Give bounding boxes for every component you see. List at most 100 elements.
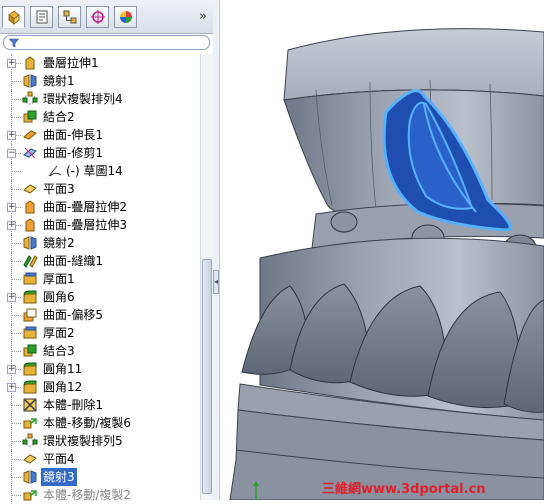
tree-item[interactable]: 厚面1 xyxy=(0,270,200,288)
tree-item-label: 圓角12 xyxy=(43,380,83,394)
configuration-manager-icon xyxy=(63,10,76,24)
tree-item[interactable]: 鏡射2 xyxy=(0,234,200,252)
tab-feature-manager[interactable] xyxy=(2,6,25,28)
expand-toggle[interactable]: + xyxy=(7,131,16,140)
tree-item-label: 平面3 xyxy=(43,182,75,196)
tree-item[interactable]: − 曲面-修剪1 xyxy=(0,144,200,162)
tree-item-label: 鏡射3 xyxy=(41,468,77,486)
feature-tree: + 疊層拉伸1 鏡射1 環狀複製排列4 結合2 + 曲面-伸長1 − 曲面-修剪1 (-) 草圖1… xyxy=(0,54,200,504)
tree-item[interactable]: 鏡射1 xyxy=(0,72,200,90)
combine-icon xyxy=(23,110,37,123)
circular-pattern-icon xyxy=(22,91,38,105)
fillet-icon xyxy=(23,380,37,394)
sketch-icon xyxy=(48,165,62,177)
expand-toggle[interactable]: + xyxy=(7,383,16,392)
panel-tab-bar: » xyxy=(0,0,213,34)
tree-item-label: 本體-移動/複製2 xyxy=(43,488,132,502)
tree-item[interactable]: + 圓角6 xyxy=(0,288,200,306)
expand-toggle[interactable]: + xyxy=(7,203,16,212)
delete-body-icon xyxy=(23,398,37,412)
tree-item-label: 厚面1 xyxy=(43,272,75,286)
tree-connector xyxy=(12,423,21,424)
expand-toggle[interactable]: − xyxy=(7,149,16,158)
tree-item-label: 結合2 xyxy=(43,110,75,124)
tree-item[interactable]: + 圓角12 xyxy=(0,378,200,396)
tree-item-label: 圓角6 xyxy=(43,290,75,304)
tree-item[interactable]: 本體-移動/複製2 xyxy=(0,486,200,504)
tree-item-label: 鏡射1 xyxy=(43,74,75,88)
graphics-viewport[interactable] xyxy=(220,0,544,500)
thicken-icon xyxy=(23,326,37,339)
tree-item[interactable]: 本體-移動/複製6 xyxy=(0,414,200,432)
tree-connector xyxy=(12,459,21,460)
tree-item-label: 結合3 xyxy=(43,344,75,358)
tree-item[interactable]: + 曲面-伸長1 xyxy=(0,126,200,144)
mirror-icon xyxy=(23,470,37,484)
plane-icon xyxy=(23,454,37,464)
tree-scrollbar[interactable] xyxy=(200,54,213,500)
view-triad-icon xyxy=(253,481,259,500)
tree-connector xyxy=(12,495,21,496)
thicken-icon xyxy=(23,272,37,285)
tree-connector xyxy=(12,315,21,316)
tree-item[interactable]: 厚面2 xyxy=(0,324,200,342)
property-manager-icon xyxy=(36,10,47,24)
tree-item[interactable]: 本體-刪除1 xyxy=(0,396,200,414)
tree-connector xyxy=(12,333,21,334)
feature-manager-icon xyxy=(7,10,20,25)
tree-item-label: 曲面-疊層拉伸3 xyxy=(43,218,127,232)
surface-loft-icon xyxy=(25,200,35,214)
tree-item-label: 曲面-偏移5 xyxy=(43,308,103,322)
loft-icon xyxy=(25,56,35,70)
tree-item-label: 曲面-修剪1 xyxy=(43,146,103,160)
tree-item[interactable]: + 疊層拉伸1 xyxy=(0,54,200,72)
tree-connector xyxy=(12,171,21,172)
tree-item[interactable]: 曲面-縫織1 xyxy=(0,252,200,270)
tree-item-label: 曲面-縫織1 xyxy=(43,254,103,268)
tree-item-label: 本體-移動/複製6 xyxy=(43,416,132,430)
expand-toggle[interactable]: + xyxy=(7,59,16,68)
splitter-collapse-handle[interactable]: ◂ xyxy=(213,270,219,294)
expand-toggle[interactable]: + xyxy=(7,293,16,302)
tree-connector xyxy=(12,441,21,442)
tree-item-label: 環狀複製排列4 xyxy=(43,92,123,106)
fillet-icon xyxy=(23,362,37,376)
tree-item-label: (-) 草圖14 xyxy=(66,164,123,178)
scrollbar-thumb[interactable] xyxy=(202,259,212,494)
feature-filter-input[interactable] xyxy=(3,35,210,50)
expand-toggle[interactable]: + xyxy=(7,365,16,374)
fillet-icon xyxy=(23,290,37,304)
tree-item[interactable]: 環狀複製排列4 xyxy=(0,90,200,108)
tree-item[interactable]: 曲面-偏移5 xyxy=(0,306,200,324)
panel-splitter[interactable]: ◂ xyxy=(213,0,220,500)
surface-knit-icon xyxy=(23,255,38,268)
model-view xyxy=(229,28,544,500)
tree-item[interactable]: + 曲面-疊層拉伸2 xyxy=(0,198,200,216)
tree-item[interactable]: + 圓角11 xyxy=(0,360,200,378)
tab-configuration-manager[interactable] xyxy=(58,6,81,28)
tree-item[interactable]: (-) 草圖14 xyxy=(0,162,200,180)
tree-item[interactable]: 平面4 xyxy=(0,450,200,468)
tree-item[interactable]: 結合2 xyxy=(0,108,200,126)
tree-item[interactable]: 環狀複製排列5 xyxy=(0,432,200,450)
mirror-icon xyxy=(23,236,37,250)
tree-item-label: 本體-刪除1 xyxy=(43,398,103,412)
tree-item[interactable]: 平面3 xyxy=(0,180,200,198)
tree-item[interactable]: + 曲面-疊層拉伸3 xyxy=(0,216,200,234)
tree-connector xyxy=(12,117,21,118)
tree-item-label: 圓角11 xyxy=(43,362,83,376)
tab-display-manager[interactable] xyxy=(114,6,137,28)
tree-connector xyxy=(12,99,21,100)
tab-property-manager[interactable] xyxy=(30,6,53,28)
more-tabs-button[interactable]: » xyxy=(196,9,210,25)
tab-dimxpert[interactable] xyxy=(86,6,109,28)
circular-pattern-icon xyxy=(22,433,38,447)
tree-connector xyxy=(12,81,21,82)
tree-item-label: 疊層拉伸1 xyxy=(43,56,99,70)
expand-toggle[interactable]: + xyxy=(7,221,16,230)
tree-connector xyxy=(12,405,21,406)
tree-connector xyxy=(12,477,21,478)
tree-item[interactable]: 結合3 xyxy=(0,342,200,360)
dimxpert-icon xyxy=(90,10,105,24)
tree-item[interactable]: 鏡射3 xyxy=(0,468,200,486)
